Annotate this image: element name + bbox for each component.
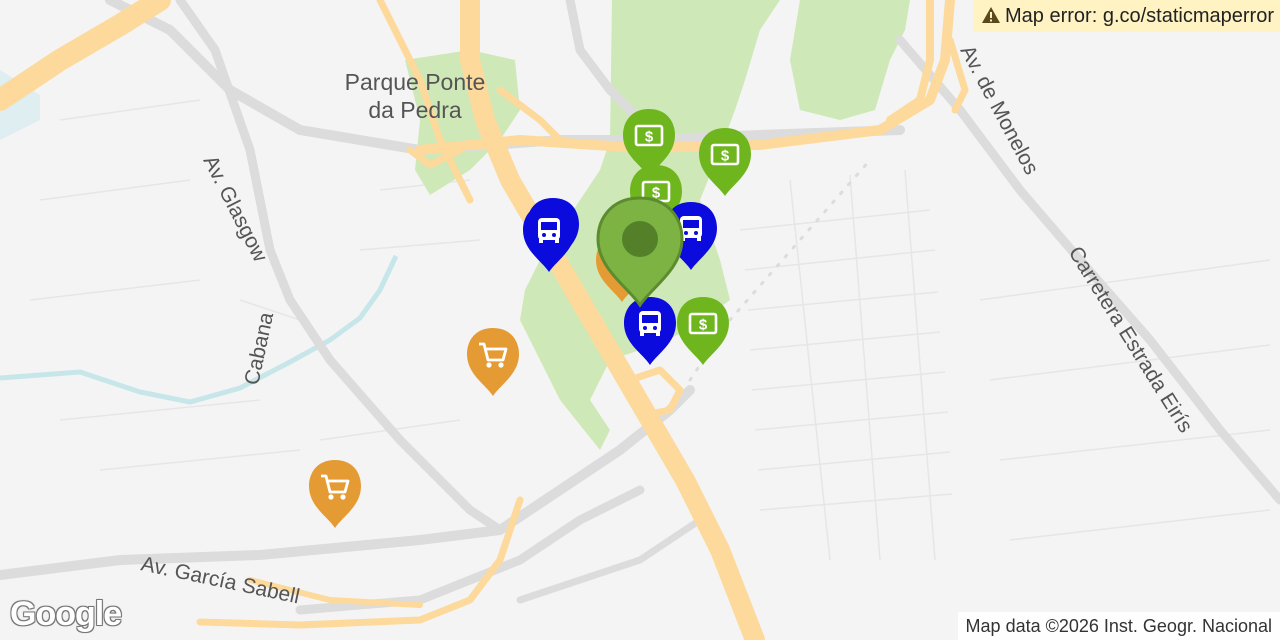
park-label-line1: Parque Ponte [345, 69, 486, 95]
map-canvas[interactable]: $ [0, 0, 1280, 640]
google-logo: Google [9, 595, 122, 634]
map-error-banner[interactable]: Map error: g.co/staticmaperror [973, 0, 1280, 32]
map-error-text[interactable]: Map error: g.co/staticmaperror [1005, 5, 1274, 27]
map-attribution: Map data ©2026 Inst. Geogr. Nacional [957, 612, 1280, 640]
location-pin-icon [622, 221, 658, 257]
warning-icon [982, 7, 1001, 23]
park-label-line2: da Pedra [368, 97, 462, 123]
